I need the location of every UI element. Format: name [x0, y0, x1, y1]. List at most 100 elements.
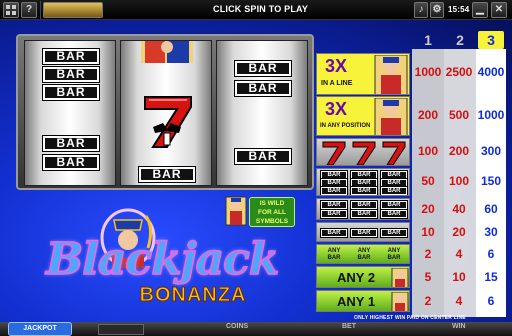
sound-icon[interactable]: ♪ — [414, 2, 428, 18]
bar-symbol: BAR — [42, 66, 100, 83]
mini-bar-icon: BAR — [350, 186, 378, 195]
logo-subtitle: BONANZA — [139, 284, 247, 307]
pay-value: 20 — [452, 225, 466, 239]
paytable-symbol: ANY 1 — [316, 290, 410, 312]
pay-value: 1000 — [477, 108, 505, 122]
mini-bar-icon: BAR — [380, 209, 408, 219]
bar-symbol: BAR — [42, 154, 100, 171]
help-button[interactable]: ? — [21, 2, 37, 18]
pay-value: 200 — [448, 144, 470, 158]
coins-display — [43, 2, 103, 18]
reel-2[interactable]: BAR — [120, 40, 212, 186]
any-bar-label: ANY BAR — [357, 248, 371, 261]
bar-symbol: BAR — [234, 148, 292, 165]
paytable-row: ANY 2 5 10 15 — [316, 266, 506, 288]
mini-bar-icon: BAR — [350, 228, 378, 238]
pay-value: 200 — [417, 108, 439, 122]
pay-value: 6 — [487, 247, 495, 261]
mini-bar-icon: BAR — [350, 170, 378, 180]
clock: 15:54 — [448, 5, 470, 14]
paytable-symbol: BAR BAR BAR — [316, 222, 410, 242]
row-label-big: 3X — [325, 99, 348, 119]
jack-card-icon — [391, 268, 409, 287]
reels-frame: BAR BAR BAR BAR BAR BAR BAR BAR BAR — [16, 34, 314, 190]
pay-value: 4 — [455, 247, 463, 261]
paytable-row: BAR BAR BAR BAR BAR BAR 20 40 60 — [316, 198, 506, 220]
bar-symbol: BAR — [42, 135, 100, 152]
mini-bar-icon: BAR — [320, 178, 348, 188]
bet-header-1[interactable]: 1 — [415, 31, 441, 49]
bet-label: BET — [342, 323, 356, 330]
pay-value: 2 — [424, 294, 432, 308]
paytable-row: BAR BAR BAR BAR BAR BAR BAR BAR BAR 50 1… — [316, 168, 506, 196]
pay-value: 50 — [421, 174, 435, 188]
bar-symbol: BAR — [234, 60, 292, 77]
jack-card-icon — [374, 55, 408, 94]
bar-symbol: BAR — [42, 48, 100, 65]
pay-value: 10 — [452, 270, 466, 284]
paytable-symbol — [316, 138, 410, 166]
paytable-symbol: BAR BAR BAR BAR BAR BAR BAR BAR BAR — [316, 168, 410, 196]
spin-hint: CLICK SPIN TO PLAY — [213, 4, 309, 14]
triple-seven-icon — [322, 141, 406, 165]
paytable-row: BAR BAR BAR 10 20 30 — [316, 222, 506, 242]
pay-value: 60 — [484, 202, 498, 216]
bar-symbol: BAR — [42, 84, 100, 101]
brand-badge: JACKPOT — [8, 322, 72, 336]
row-label-big: 3X — [325, 56, 348, 76]
paytable-row: ANY 1 2 4 6 — [316, 290, 506, 312]
bar-symbol: BAR — [234, 80, 292, 97]
menu-grid-icon[interactable] — [3, 2, 19, 18]
mini-bar-icon: BAR — [320, 200, 348, 210]
mini-bar-icon: BAR — [380, 228, 408, 238]
row-label-big: ANY 2 — [337, 270, 376, 285]
settings-icon[interactable]: ⚙ — [430, 2, 444, 18]
pay-value: 2 — [424, 247, 432, 261]
pay-value: 4000 — [477, 65, 505, 79]
bet-header-3[interactable]: 3 — [478, 31, 504, 49]
close-button[interactable]: ✕ — [491, 2, 507, 18]
game-logo: Blackjack BONANZA — [45, 208, 306, 316]
mini-bar-icon: BAR — [350, 178, 378, 188]
bottom-bar: JACKPOT COINS BET WIN — [0, 322, 512, 336]
mini-bar-icon: BAR — [380, 200, 408, 210]
pay-value: 6 — [487, 294, 495, 308]
any-bar-label: ANY BAR — [387, 248, 401, 261]
row-label-big: ANY 1 — [337, 294, 376, 309]
pay-value: 30 — [484, 225, 498, 239]
seven-symbol-icon — [144, 96, 192, 148]
jack-card-icon — [141, 41, 193, 63]
bottom-button[interactable] — [98, 324, 144, 335]
pay-value: 4 — [455, 294, 463, 308]
row-label-small: IN A LINE — [321, 80, 353, 87]
paytable-symbol: BAR BAR BAR BAR BAR BAR — [316, 198, 410, 220]
mini-bar-icon: BAR — [380, 170, 408, 180]
pay-value: 100 — [448, 174, 470, 188]
paytable-row: ANY BAR ANY BAR ANY BAR 2 4 6 — [316, 244, 506, 264]
mini-bar-icon: BAR — [320, 170, 348, 180]
paytable-symbol: 3X IN A LINE — [316, 53, 410, 95]
pay-value: 40 — [452, 202, 466, 216]
win-label: WIN — [452, 323, 466, 330]
jack-card-icon — [391, 292, 409, 311]
paytable-symbol: ANY 2 — [316, 266, 410, 288]
coins-label: COINS — [226, 323, 249, 330]
pay-value: 10 — [421, 225, 435, 239]
toolbar-divider — [40, 1, 41, 19]
menu-grid-icon-svg — [6, 5, 16, 15]
jack-card-icon — [374, 98, 408, 135]
logo-title: Blackjack — [45, 233, 280, 286]
reel-1[interactable]: BAR BAR BAR BAR BAR — [24, 40, 116, 186]
minimize-button[interactable]: ▁ — [472, 2, 488, 18]
paytable-symbol: 3X IN ANY POSITION — [316, 96, 410, 136]
reel-3[interactable]: BAR BAR BAR — [216, 40, 308, 186]
mini-bar-icon: BAR — [380, 178, 408, 188]
mini-bar-icon: BAR — [320, 228, 348, 238]
paytable: 1 2 3 3X IN A LINE 1000 2500 4000 3X IN … — [316, 31, 506, 317]
paytable-symbol: ANY BAR ANY BAR ANY BAR — [316, 244, 410, 264]
any-bar-label: ANY BAR — [327, 248, 341, 261]
pay-value: 1000 — [414, 65, 442, 79]
paytable-row: 3X IN ANY POSITION 200 500 1000 — [316, 96, 506, 136]
pay-value: 500 — [448, 108, 470, 122]
bet-header-2[interactable]: 2 — [447, 31, 473, 49]
